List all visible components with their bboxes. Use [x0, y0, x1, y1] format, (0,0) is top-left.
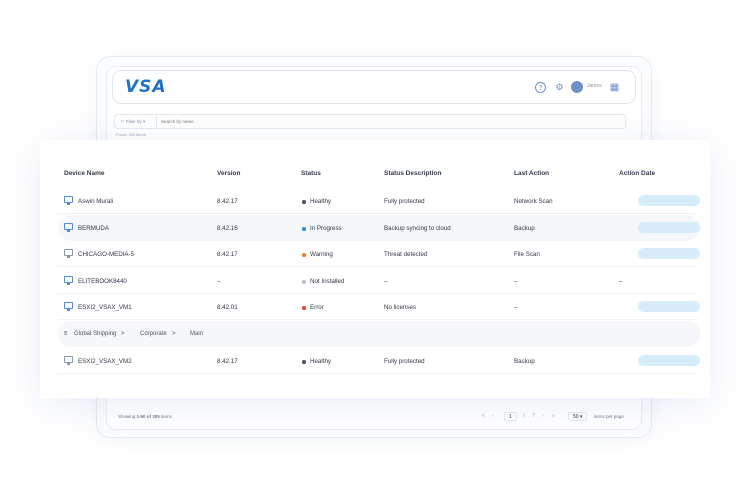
column-header-status[interactable]: Status	[301, 170, 321, 177]
next-page-button[interactable]: ›	[542, 412, 544, 421]
user-name[interactable]: James	[587, 83, 602, 89]
total-pages: 7	[532, 413, 535, 419]
per-page-select[interactable]: 50 ▾	[568, 412, 588, 421]
status-description: –	[384, 278, 388, 285]
table-row[interactable]: CHICAGO-MEDIA-5 8.42.17 Warning Threat d…	[58, 241, 700, 267]
group-breadcrumb-row[interactable]: ⩩ Global Shipping > Corporate > Main	[58, 321, 700, 347]
device-name[interactable]: ESXI2_VSAX_VM2	[78, 358, 132, 365]
app-header: VSA ? ⚙ James ▦	[112, 70, 636, 104]
gear-icon[interactable]: ⚙	[554, 82, 565, 93]
table-row[interactable]: Aswin Murali 8.42.17 Healthy Fully prote…	[58, 188, 700, 214]
chevron-right-icon: >	[172, 331, 176, 337]
device-status: Warning	[310, 251, 333, 258]
hierarchy-icon: ⩩	[64, 331, 68, 337]
grid-icon[interactable]: ▦	[609, 82, 620, 93]
showing-prefix: Showing	[118, 414, 136, 419]
status-description: Backup syncing to cloud	[384, 225, 451, 232]
desktop-icon	[64, 249, 73, 258]
last-page-button[interactable]: »	[552, 412, 555, 421]
avatar[interactable]	[571, 81, 583, 93]
device-table: Device Name Version Status Status Descri…	[40, 140, 710, 398]
device-version: 8.42.01	[217, 304, 238, 311]
column-header-last-action[interactable]: Last Action	[514, 170, 549, 177]
action-date-badge	[638, 248, 700, 259]
desktop-icon	[64, 276, 73, 285]
status-description: Fully protected	[384, 198, 425, 205]
last-action: File Scan	[514, 251, 540, 258]
device-version: –	[217, 278, 221, 285]
table-row[interactable]: ESXI2_VSAX_VM2 8.42.17 Healthy Fully pro…	[58, 348, 700, 374]
status-dot	[302, 227, 306, 231]
device-name[interactable]: Aswin Murali	[78, 198, 113, 205]
showing-count: Showing 1-50 of 305 items	[118, 414, 172, 419]
breadcrumb-item[interactable]: Main	[190, 331, 203, 337]
device-status: In Progress	[310, 225, 342, 232]
status-description: Threat detected	[384, 251, 428, 258]
vsa-logo[interactable]: VSA	[125, 77, 167, 97]
status-dot	[302, 360, 306, 364]
table-row[interactable]: ESXI2_VSAX_VM1 8.42.01 Error No licenses…	[58, 294, 700, 320]
column-header-action-date[interactable]: Action Date	[619, 170, 655, 177]
device-name[interactable]: ESXI2_VSAX_VM1	[78, 304, 132, 311]
per-page-label: items per page	[594, 414, 624, 419]
help-icon[interactable]: ?	[535, 82, 546, 93]
action-date-badge	[638, 195, 700, 206]
device-name[interactable]: ELITEBOOK8440	[78, 278, 127, 285]
device-version: 8.42.16	[217, 225, 238, 232]
device-name[interactable]: CHICAGO-MEDIA-5	[78, 251, 134, 258]
per-page-value: 50	[573, 414, 579, 420]
filter-label: Filter by	[125, 119, 142, 124]
page-number-input[interactable]: 1	[504, 412, 517, 421]
action-date-badge	[638, 222, 700, 233]
device-version: 8.42.17	[217, 251, 238, 258]
device-status: Healthy	[310, 198, 331, 205]
device-status: Healthy	[310, 358, 331, 365]
desktop-icon	[64, 196, 73, 205]
pagination-bar: Showing 1-50 of 305 items « ‹ 1 / 7 › » …	[112, 406, 636, 426]
table-row[interactable]: ELITEBOOK8440 – Not Installed – – –	[58, 268, 698, 294]
status-dot	[302, 253, 306, 257]
found-count: Found 305 items	[116, 132, 146, 137]
first-page-button[interactable]: «	[482, 412, 485, 421]
status-dot	[302, 306, 306, 310]
status-dot	[302, 200, 306, 204]
last-action: –	[514, 278, 518, 285]
last-action: Network Scan	[514, 198, 553, 205]
search-input[interactable]	[161, 115, 461, 128]
chevron-down-icon: ▾	[141, 119, 146, 124]
status-description: Fully protected	[384, 358, 425, 365]
desktop-icon	[64, 356, 73, 365]
table-row[interactable]: BERMUDA 8.42.16 In Progress Backup synci…	[58, 215, 700, 241]
breadcrumb-item[interactable]: Global Shipping	[74, 331, 116, 337]
last-action: –	[514, 304, 518, 311]
chevron-right-icon: >	[121, 331, 125, 337]
filter-button[interactable]: ▽ Filter by ▾	[115, 115, 157, 128]
action-date: –	[619, 278, 623, 285]
action-date-badge	[638, 355, 700, 366]
device-version: 8.42.17	[217, 198, 238, 205]
device-status: Error	[310, 304, 324, 311]
page-separator: /	[523, 413, 525, 419]
search-bar: ▽ Filter by ▾	[114, 114, 626, 129]
action-date-badge	[638, 301, 700, 312]
chevron-down-icon: ▾	[579, 414, 583, 420]
column-header-device-name[interactable]: Device Name	[64, 170, 104, 177]
breadcrumb-item[interactable]: Corporate	[140, 331, 167, 337]
prev-page-button[interactable]: ‹	[492, 412, 494, 421]
status-dot	[302, 280, 306, 284]
column-header-version[interactable]: Version	[217, 170, 240, 177]
device-status: Not Installed	[310, 278, 345, 285]
column-header-status-description[interactable]: Status Description	[384, 170, 441, 177]
desktop-icon	[64, 223, 73, 232]
device-name[interactable]: BERMUDA	[78, 225, 109, 232]
device-version: 8.42.17	[217, 358, 238, 365]
desktop-icon	[64, 302, 73, 311]
last-action: Backup	[514, 358, 535, 365]
showing-range: 1-50 of 305	[136, 414, 160, 419]
last-action: Backup	[514, 225, 535, 232]
showing-suffix: items	[161, 414, 172, 419]
status-description: No licenses	[384, 304, 416, 311]
